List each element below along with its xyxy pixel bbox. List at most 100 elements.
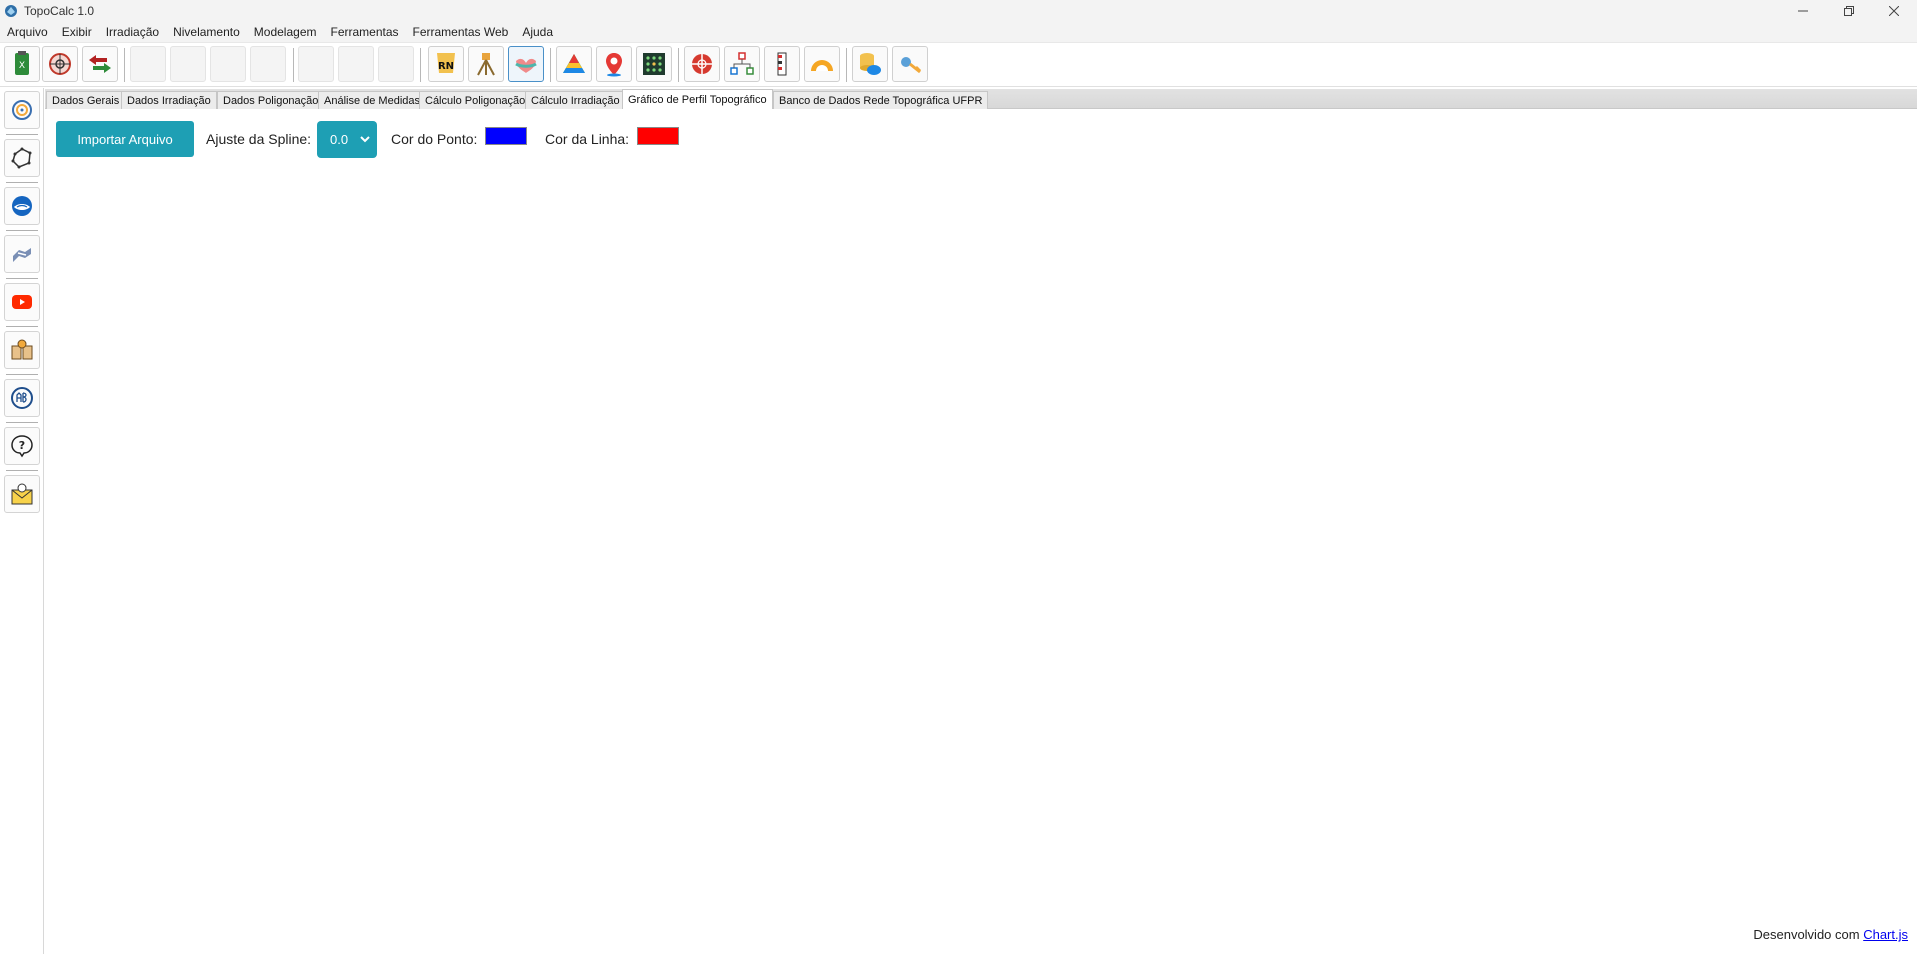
svg-text:X: X xyxy=(19,61,25,71)
abnt-icon xyxy=(11,387,33,409)
network-diagram-button[interactable] xyxy=(724,46,760,82)
profile-chart-button[interactable] xyxy=(508,46,544,82)
target-map-icon xyxy=(49,53,71,75)
youtube-icon xyxy=(12,295,32,309)
satellite-icon xyxy=(13,248,31,262)
menu-exibir[interactable]: Exibir xyxy=(55,22,99,42)
toolbar-separator xyxy=(293,48,294,82)
svg-text:?: ? xyxy=(19,439,25,452)
restore-button[interactable] xyxy=(1826,0,1872,22)
sidebar-separator xyxy=(6,134,38,135)
sidebar-separator xyxy=(6,182,38,183)
tab-banco-de-dados[interactable]: Banco de Dados Rede Topográfica UFPR xyxy=(773,91,989,109)
close-button[interactable] xyxy=(1871,0,1917,22)
menu-bar: Arquivo Exibir Irradiação Nivelamento Mo… xyxy=(0,22,1917,42)
menu-ferramentas-web[interactable]: Ferramentas Web xyxy=(406,22,516,42)
tab-dados-poligonacao[interactable]: Dados Poligonação xyxy=(217,91,325,109)
toolbar-empty-slot[interactable] xyxy=(170,46,206,82)
terrain-model-icon xyxy=(563,54,585,73)
terrain-model-button[interactable] xyxy=(556,46,592,82)
cloud-database-button[interactable] xyxy=(852,46,888,82)
sidebar-mail-button[interactable] xyxy=(4,475,40,513)
toolbar-empty-slot[interactable] xyxy=(338,46,374,82)
sidebar-separator xyxy=(6,278,38,279)
window-title: TopoCalc 1.0 xyxy=(24,4,95,18)
toolbar-separator xyxy=(420,48,421,82)
key-button[interactable] xyxy=(892,46,928,82)
total-station-button[interactable] xyxy=(468,46,504,82)
toolbar-separator xyxy=(846,48,847,82)
close-icon xyxy=(1889,6,1899,16)
menu-ferramentas[interactable]: Ferramentas xyxy=(323,22,405,42)
sidebar-book-button[interactable] xyxy=(4,331,40,369)
spline-value: 0.0 xyxy=(330,132,349,147)
menu-ajuda[interactable]: Ajuda xyxy=(515,22,560,42)
key-icon xyxy=(901,57,922,74)
map-pin-button[interactable] xyxy=(596,46,632,82)
point-color-swatch[interactable] xyxy=(485,127,527,145)
noaa-icon xyxy=(12,196,32,216)
sidebar-help-button[interactable]: ? xyxy=(4,427,40,465)
line-color-label: Cor da Linha: xyxy=(545,131,630,147)
target-icon xyxy=(12,100,32,120)
profile-chart-icon xyxy=(515,58,537,73)
tab-analise-de-medidas[interactable]: Análise de Medidas xyxy=(318,91,427,109)
rn-benchmark-button[interactable]: RN xyxy=(428,46,464,82)
tab-grafico-perfil-topografico[interactable]: Gráfico de Perfil Topográfico xyxy=(622,89,773,109)
import-file-button[interactable]: Importar Arquivo xyxy=(56,121,194,157)
surveying-globe-button[interactable] xyxy=(684,46,720,82)
grid-matrix-button[interactable] xyxy=(636,46,672,82)
menu-irradiacao[interactable]: Irradiação xyxy=(99,22,166,42)
toolbar-empty-slot[interactable] xyxy=(130,46,166,82)
cloud-database-icon xyxy=(860,53,881,75)
target-map-button[interactable] xyxy=(42,46,78,82)
point-color-label: Cor do Ponto: xyxy=(391,131,478,147)
chevron-down-icon xyxy=(360,136,370,143)
footer-text: Desenvolvido com xyxy=(1753,927,1860,942)
spline-label: Ajuste da Spline: xyxy=(206,131,312,147)
tab-dados-gerais[interactable]: Dados Gerais xyxy=(46,91,126,109)
protractor-icon xyxy=(811,60,833,71)
sidebar-noaa-button[interactable] xyxy=(4,187,40,225)
toolbar-empty-slot[interactable] xyxy=(378,46,414,82)
mail-icon xyxy=(11,483,33,505)
tab-dados-irradiacao[interactable]: Dados Irradiação xyxy=(121,91,217,109)
line-color-swatch[interactable] xyxy=(637,127,679,145)
tab-calculo-poligonacao[interactable]: Cálculo Poligonação xyxy=(419,91,532,109)
toolbar-separator xyxy=(124,48,125,82)
sidebar-target-button[interactable] xyxy=(4,91,40,129)
swap-button[interactable] xyxy=(82,46,118,82)
restore-icon xyxy=(1844,6,1854,16)
menu-arquivo[interactable]: Arquivo xyxy=(0,22,55,42)
toolbar: X RN xyxy=(0,42,1917,87)
sidebar-youtube-button[interactable] xyxy=(4,283,40,321)
map-pin-icon xyxy=(606,53,622,77)
toolbar-empty-slot[interactable] xyxy=(298,46,334,82)
toolbar-empty-slot[interactable] xyxy=(210,46,246,82)
excel-import-button[interactable]: X xyxy=(4,46,40,82)
network-diagram-icon xyxy=(730,52,754,75)
toolbar-separator xyxy=(678,48,679,82)
sidebar-abnt-button[interactable] xyxy=(4,379,40,417)
sidebar-separator xyxy=(6,374,38,375)
excel-import-icon: X xyxy=(15,51,29,75)
minimize-icon xyxy=(1798,10,1808,12)
protractor-button[interactable] xyxy=(804,46,840,82)
spline-select[interactable]: 0.0 xyxy=(317,121,377,158)
sidebar-polygon-button[interactable] xyxy=(4,139,40,177)
menu-modelagem[interactable]: Modelagem xyxy=(247,22,324,42)
sidebar-satellite-button[interactable] xyxy=(4,235,40,273)
toolbar-separator xyxy=(550,48,551,82)
app-logo-icon xyxy=(5,5,17,17)
toolbar-empty-slot[interactable] xyxy=(250,46,286,82)
menu-nivelamento[interactable]: Nivelamento xyxy=(166,22,247,42)
sidebar-separator xyxy=(6,470,38,471)
tab-calculo-irradiacao[interactable]: Cálculo Irradiação xyxy=(525,91,626,109)
tab-strip: Dados Gerais Dados Irradiação Dados Poli… xyxy=(45,89,1917,109)
minimize-button[interactable] xyxy=(1780,0,1826,22)
level-rod-button[interactable] xyxy=(764,46,800,82)
grid-matrix-icon xyxy=(643,53,665,75)
polygon-icon xyxy=(11,147,32,169)
tab-content: Importar Arquivo Ajuste da Spline: 0.0 C… xyxy=(45,109,1917,954)
chartjs-link[interactable]: Chart.js xyxy=(1863,927,1908,942)
